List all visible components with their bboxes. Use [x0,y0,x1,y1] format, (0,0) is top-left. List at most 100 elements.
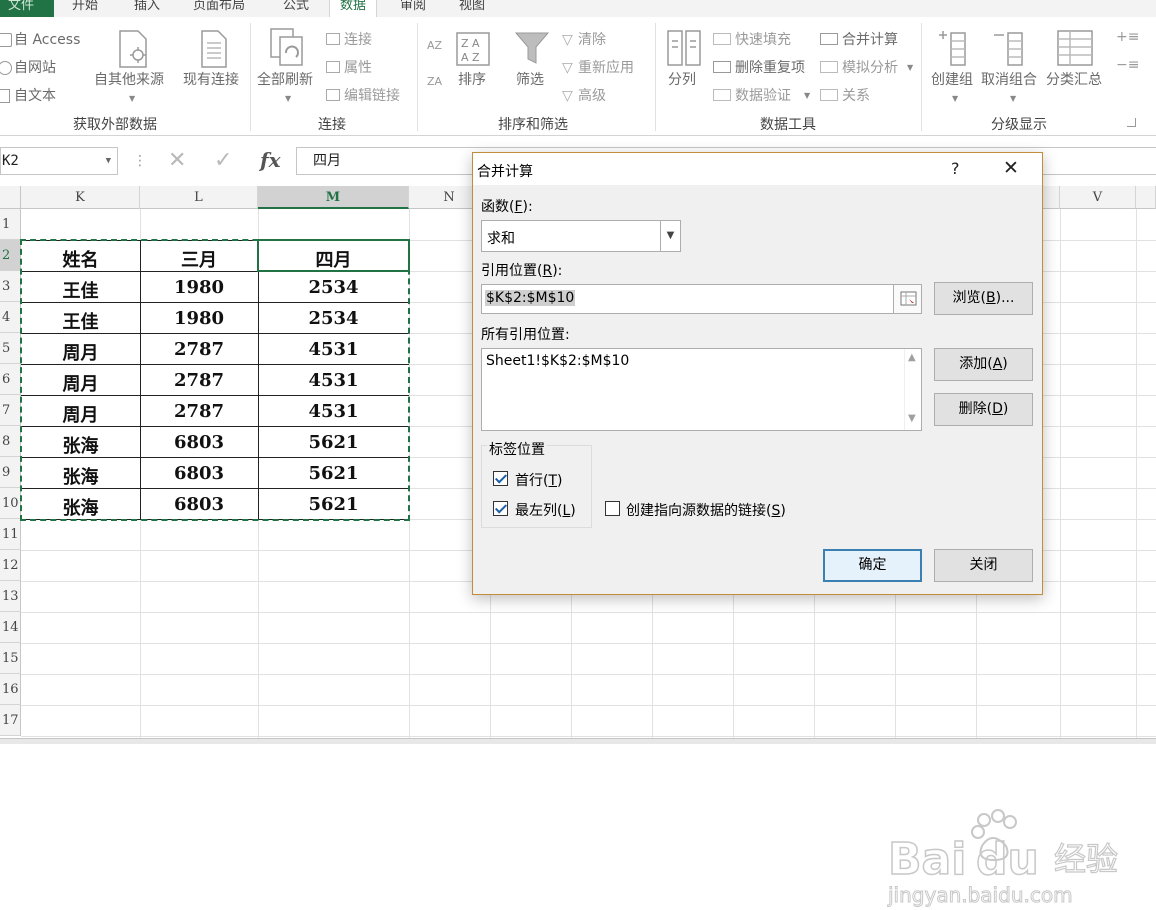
svg-text:ZA: ZA [427,75,443,88]
properties-button[interactable]: 属性 [326,60,372,76]
tab-home[interactable]: 开始 [72,0,98,17]
tab-view[interactable]: 视图 [459,0,485,17]
chevron-down-icon: ▼ [285,94,292,103]
row-header[interactable]: 14 [0,612,21,643]
refresh-all-button[interactable]: 全部刷新 [257,72,313,88]
row-header[interactable]: 9 [0,457,21,488]
tab-data[interactable]: 数据 [329,0,378,17]
column-header-v[interactable]: V [1060,186,1136,209]
from-access-button[interactable]: 自 Access [0,32,80,48]
row-header[interactable]: 7 [0,395,21,426]
row-header[interactable]: 11 [0,519,21,550]
add-button[interactable]: 添加(A) [934,348,1033,381]
ok-button[interactable]: 确定 [823,549,922,582]
range-select-icon [900,291,917,306]
row-header[interactable]: 8 [0,426,21,457]
clear-filter-icon: ▽ [562,32,573,48]
what-if-analysis-button[interactable]: 模拟分析 [820,60,898,76]
collapse-dialog-button[interactable] [893,285,921,313]
tab-page-layout[interactable]: 页面布局 [193,0,245,17]
group-button[interactable]: 创建组 [931,72,973,88]
tab-formulas[interactable]: 公式 [283,0,309,17]
advanced-filter-button[interactable]: ▽ 高级 [562,88,606,104]
advanced-filter-icon: ▽ [562,88,573,104]
cancel-entry-icon[interactable]: ✕ [168,150,186,172]
row-header[interactable]: 5 [0,333,21,364]
select-all-corner[interactable] [0,186,21,209]
existing-connections-button[interactable]: 现有连接 [183,72,239,88]
text-to-columns-button[interactable]: 分列 [668,72,696,88]
row-header[interactable]: 10 [0,488,21,519]
row-header[interactable]: 13 [0,581,21,612]
list-item[interactable]: Sheet1!$K$2:$M$10 [486,353,629,369]
row-header[interactable]: 15 [0,643,21,674]
link-source-checkbox[interactable] [605,501,620,516]
sheet-tab-bar[interactable] [0,738,1156,744]
list-scrollbar[interactable]: ▲ ▼ [904,349,921,430]
connections-label: 连接 [344,32,372,48]
help-button[interactable]: ? [951,159,960,178]
from-web-button[interactable]: 自网站 [0,60,56,76]
chevron-down-icon[interactable]: ▼ [660,221,680,251]
confirm-entry-icon[interactable]: ✓ [214,150,232,172]
browse-button[interactable]: 浏览(B)... [934,282,1033,315]
from-other-sources-button[interactable]: 自其他来源 [94,72,164,88]
show-detail-icon[interactable]: +≡ [1116,29,1139,45]
function-select[interactable]: 求和 ▼ [481,220,681,252]
column-header-w[interactable] [1136,186,1156,209]
consolidate-button[interactable]: 合并计算 [820,32,898,48]
row-header[interactable]: 1 [0,209,21,240]
top-row-label[interactable]: 首行(T) [515,470,563,490]
tab-review[interactable]: 审阅 [400,0,426,17]
left-column-label[interactable]: 最左列(L) [515,500,576,520]
name-box[interactable]: K2 ▼ [0,147,118,175]
close-button[interactable]: 关闭 [934,549,1033,582]
row-header[interactable]: 16 [0,674,21,705]
ungroup-button[interactable]: 取消组合 [981,72,1037,88]
remove-duplicates-label: 删除重复项 [735,60,805,76]
edit-links-button[interactable]: 编辑链接 [326,88,400,104]
column-header-m[interactable]: M [258,186,409,209]
top-row-checkbox[interactable] [493,471,508,486]
hide-detail-icon[interactable]: −≡ [1116,57,1139,73]
subtotal-button[interactable]: 分类汇总 [1046,72,1102,88]
flash-fill-button[interactable]: 快速填充 [713,32,791,48]
row-header[interactable]: 4 [0,302,21,333]
relationships-button[interactable]: 关系 [820,88,870,104]
row-header[interactable]: 3 [0,271,21,302]
sort-icon: Z A A Z [456,32,490,66]
all-references-list[interactable]: Sheet1!$K$2:$M$10 ▲ ▼ [481,348,922,431]
clear-filter-button[interactable]: ▽ 清除 [562,32,606,48]
column-header-k[interactable]: K [21,186,140,209]
data-validation-icon [713,89,731,101]
scroll-up-icon[interactable]: ▲ [908,352,916,363]
delete-button[interactable]: 删除(D) [934,393,1033,426]
connections-button[interactable]: 连接 [326,32,372,48]
row-header[interactable]: 17 [0,705,21,736]
tab-file[interactable]: 文件 [0,0,54,17]
reapply-button[interactable]: ▽ 重新应用 [562,60,634,76]
group-separator [655,23,656,131]
reference-input[interactable]: $K$2:$M$10 [481,284,922,314]
active-cell[interactable] [257,239,410,272]
left-column-checkbox[interactable] [493,501,508,516]
close-icon[interactable]: ✕ [1003,157,1019,179]
insert-function-button[interactable]: fx [260,148,281,172]
dialog-titlebar[interactable]: 合并计算 ? ✕ [473,153,1042,185]
dialog-launcher-icon[interactable] [1127,118,1136,127]
from-access-label: 自 Access [14,32,81,48]
column-header-l[interactable]: L [140,186,258,209]
tab-insert[interactable]: 插入 [134,0,160,17]
remove-duplicates-button[interactable]: 删除重复项 [713,60,805,76]
data-validation-button[interactable]: 数据验证 [713,88,791,104]
row-header[interactable]: 2 [0,240,21,271]
link-source-label[interactable]: 创建指向源数据的链接(S) [626,500,786,520]
sort-button[interactable]: 排序 [458,72,486,88]
row-header[interactable]: 6 [0,364,21,395]
watermark-cn: 经验 [1054,840,1118,878]
filter-button[interactable]: 筛选 [516,72,544,88]
row-header[interactable]: 12 [0,550,21,581]
from-text-button[interactable]: 自文本 [0,88,56,104]
chevron-down-icon[interactable]: ▼ [106,148,111,174]
scroll-down-icon[interactable]: ▼ [908,413,916,424]
